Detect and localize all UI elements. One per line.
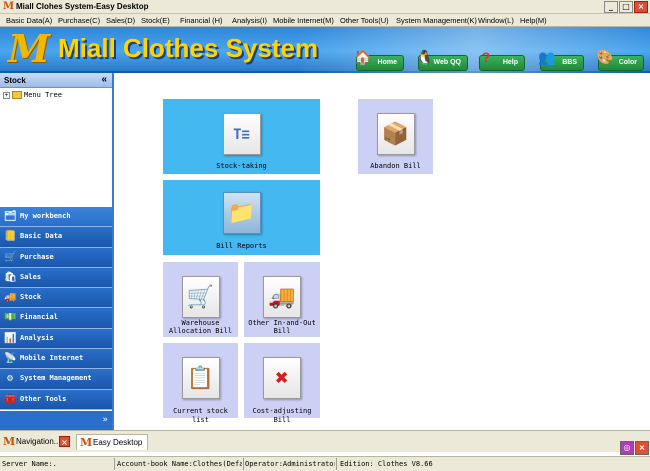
tile-label: Stock-taking: [216, 162, 267, 170]
collapse-icon[interactable]: «: [101, 74, 107, 85]
status-server: Server Name:.: [2, 460, 57, 468]
question-icon: ?: [481, 49, 491, 65]
menu-system-management[interactable]: System Management(K): [396, 16, 477, 25]
tile-label-line2: Bill: [273, 327, 291, 335]
nav-color-button[interactable]: 🎨 Color: [596, 49, 644, 71]
tab-bar: M Navigation... × M Easy Desktop: [0, 430, 650, 452]
close-desktop-icon[interactable]: ×: [635, 441, 649, 455]
status-operator: Operator:Administrator: [245, 460, 335, 468]
current-stock-icon: 📋: [181, 357, 220, 399]
stock-taking-icon: T≡: [222, 113, 261, 155]
nav-webqq-button[interactable]: 🐧 Web QQ: [416, 49, 468, 71]
sidebar-item-purchase[interactable]: 🛒 Purchase: [0, 247, 112, 268]
tile-label: Abandon Bill: [370, 162, 421, 170]
sidebar-item-my-workbench[interactable]: 🗂 My workbench: [0, 207, 112, 228]
title-bar: M Miall Clohes System-Easy Desktop _ □ ×: [0, 0, 650, 14]
house-icon: 🏠: [354, 49, 372, 65]
financial-icon: 💵: [4, 312, 17, 324]
stock-icon: 🚚: [4, 292, 17, 304]
nav-home-button[interactable]: 🏠 Home: [354, 49, 404, 71]
tile-abandon-bill[interactable]: 📦 Abandon Bill: [358, 99, 433, 174]
abandon-bill-icon: 📦: [376, 113, 415, 155]
tile-label: Current stock list: [173, 407, 228, 424]
sidebar-expand-button[interactable]: »: [0, 411, 112, 430]
bill-reports-icon: 📁: [222, 192, 261, 234]
sidebar-item-basic-data[interactable]: 📒 Basic Data: [0, 227, 112, 248]
sidebar-item-system-management[interactable]: ⚙ System Management: [0, 369, 112, 390]
tile-label: Cost-adjusting Bill: [252, 407, 312, 424]
people-icon: 👥: [538, 49, 556, 65]
sidebar: Stock « +Menu Tree ...... 🗂My workbench …: [0, 73, 114, 430]
status-account-book: Account-book Name:Clothes(Defaul: [117, 460, 242, 468]
close-tab-icon[interactable]: ×: [59, 436, 70, 447]
sales-icon: 🛍: [4, 271, 17, 283]
tile-cost-adjusting-bill[interactable]: ✖ Cost-adjusting Bill: [244, 343, 320, 424]
sidebar-item-mobile-internet[interactable]: 📡 Mobile Internet: [0, 349, 112, 370]
module-list: 🗂 My workbench 📒 Basic Data 🛒 Purchase 🛍 Sal…: [0, 207, 112, 410]
sidebar-item-other-tools[interactable]: 🧰 Other Tools: [0, 389, 112, 410]
brand-name: Miall Clothes System: [58, 33, 319, 63]
sidebar-item-stock[interactable]: 🚚 Stock: [0, 288, 112, 309]
basic-data-icon: 📒: [4, 231, 17, 243]
menu-bar: Basic Data(A) Purchase(C) Sales(D) Stock…: [0, 14, 650, 27]
mobile-internet-icon: 📡: [4, 353, 17, 365]
menu-basic-data[interactable]: Basic Data(A): [6, 16, 52, 25]
tile-label: Bill Reports: [216, 242, 267, 250]
app-logo-icon: M: [3, 435, 16, 448]
menu-help[interactable]: Help(M): [520, 16, 547, 25]
menu-stock[interactable]: Stock(E): [141, 16, 170, 25]
sidebar-item-analysis[interactable]: 📊 Analysis: [0, 328, 112, 350]
app-logo-icon: M: [80, 436, 93, 449]
other-tools-icon: 🧰: [4, 393, 17, 405]
nav-help-button[interactable]: ? Help: [479, 49, 525, 71]
tab-navigation[interactable]: M Navigation... ×: [0, 434, 72, 450]
warehouse-allocation-icon: 🛒: [181, 276, 220, 318]
sidebar-item-sales[interactable]: 🛍 Sales: [0, 267, 112, 289]
menu-analysis[interactable]: Analysis(I): [232, 16, 267, 25]
analysis-icon: 📊: [4, 332, 17, 344]
palette-icon: 🎨: [596, 49, 614, 65]
tile-bill-reports[interactable]: 📁 Bill Reports: [163, 180, 320, 255]
expand-icon[interactable]: +: [3, 91, 10, 99]
close-button[interactable]: ×: [634, 1, 648, 13]
window-title: Miall Clohes System-Easy Desktop: [16, 2, 149, 11]
system-management-icon: ⚙: [6, 373, 14, 385]
workbench-icon: 🗂: [4, 211, 17, 222]
menu-sales[interactable]: Sales(D): [106, 16, 135, 25]
status-edition: Edition: Clothes V8.66: [340, 460, 433, 468]
sidebar-title: Stock: [4, 76, 26, 85]
brand-logo-icon: M: [8, 26, 51, 71]
tile-other-in-out-bill[interactable]: 🚚 Other In-and-Out Bill: [244, 262, 320, 337]
tile-stock-taking[interactable]: T≡ Stock-taking: [163, 99, 320, 174]
app-logo-icon: M: [3, 1, 15, 12]
folder-icon: [12, 91, 22, 99]
sidebar-item-financial[interactable]: 💵 Financial: [0, 308, 112, 329]
menu-financial[interactable]: Financial (H): [180, 16, 223, 25]
tile-warehouse-allocation-bill[interactable]: 🛒 Warehouse Allocation Bill: [163, 262, 238, 337]
restore-icon[interactable]: ◎: [620, 441, 634, 455]
banner: M Miall Clothes System 🏠 Home 🐧 Web QQ ? He…: [0, 27, 650, 73]
cost-adjusting-icon: ✖: [263, 357, 301, 399]
sidebar-header: Stock «: [0, 73, 112, 88]
menu-window[interactable]: Window(L): [478, 16, 514, 25]
status-bar: Server Name:. Account-book Name:Clothes(…: [0, 456, 650, 471]
nav-bbs-button[interactable]: 👥 BBS: [538, 49, 584, 71]
menu-other-tools[interactable]: Other Tools(U): [340, 16, 389, 25]
tab-easy-desktop[interactable]: M Easy Desktop: [76, 434, 148, 450]
tile-current-stock-list[interactable]: 📋 Current stock list: [163, 343, 238, 424]
purchase-icon: 🛒: [4, 251, 17, 263]
menu-purchase[interactable]: Purchase(C): [58, 16, 100, 25]
menu-tree: + Menu Tree: [0, 88, 112, 207]
penguin-icon: 🐧: [416, 49, 434, 65]
menu-mobile-internet[interactable]: Mobile Internet(M): [273, 16, 334, 25]
maximize-button[interactable]: □: [619, 1, 633, 13]
minimize-button[interactable]: _: [604, 1, 618, 13]
other-in-out-icon: 🚚: [263, 276, 301, 318]
tile-label-line2: Allocation Bill: [168, 327, 233, 335]
tree-root-label[interactable]: Menu Tree: [24, 91, 62, 99]
